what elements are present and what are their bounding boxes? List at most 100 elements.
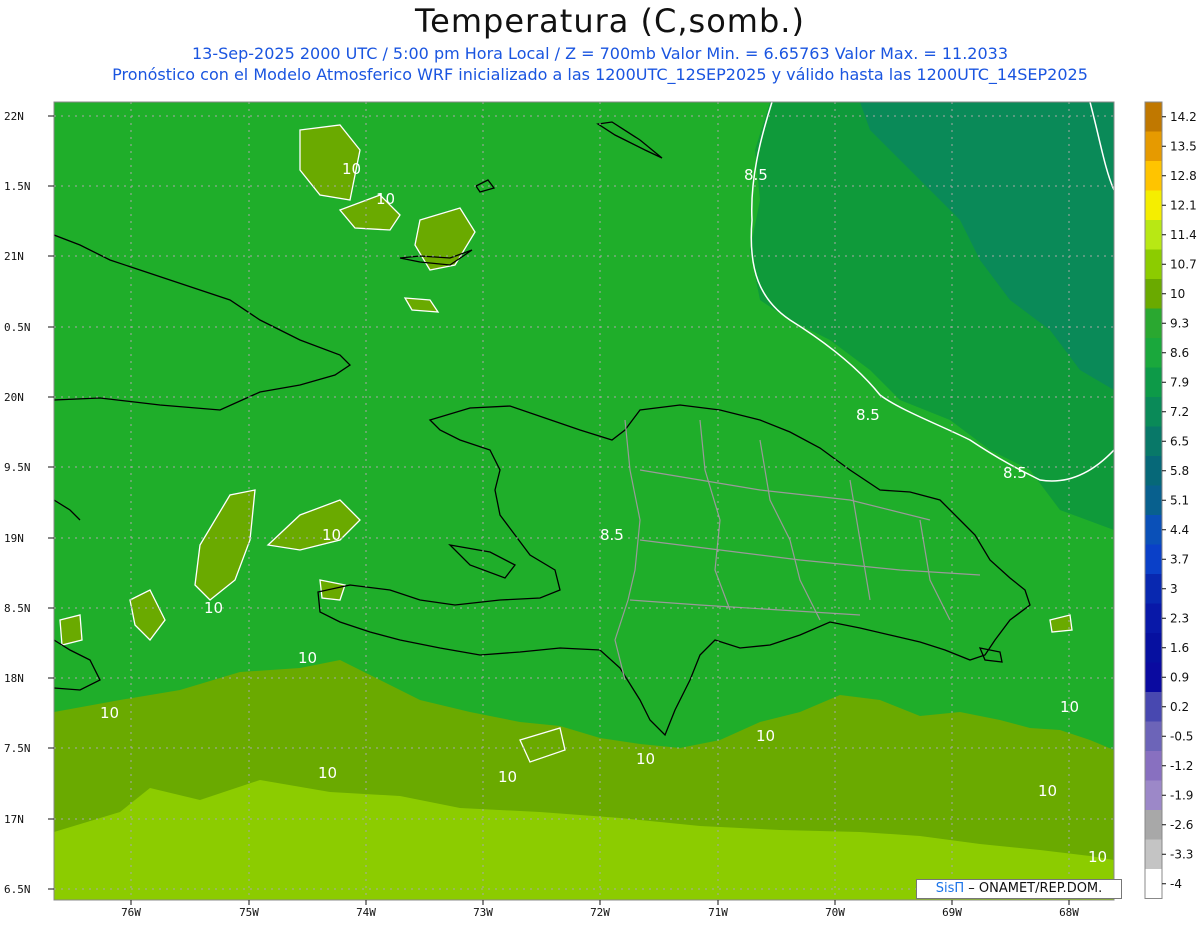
colorbar-label: 8.6	[1170, 346, 1189, 360]
lat-label: 22N	[4, 110, 24, 123]
lon-label: 70W	[825, 906, 845, 919]
colorbar-swatch	[1145, 367, 1162, 397]
credit-box: SisΠ – ONAMET/REP.DOM.	[916, 879, 1122, 899]
map-plot-area: 10 10 10 10 10 10 10 10 10 10 10 10 10 8…	[54, 102, 1114, 900]
contour-label: 10	[636, 750, 655, 768]
colorbar-swatch	[1145, 102, 1162, 132]
contour-label: 8.5	[1003, 464, 1027, 482]
colorbar-swatch	[1145, 131, 1162, 161]
contour-label: 10	[1088, 848, 1107, 866]
colorbar-swatch	[1145, 308, 1162, 338]
sisp-logo-text: SisΠ	[935, 881, 965, 896]
colorbar-swatch	[1145, 515, 1162, 545]
colorbar-swatch	[1145, 869, 1162, 899]
colorbar-swatch	[1145, 338, 1162, 368]
colorbar-label: 11.4	[1170, 228, 1197, 242]
colorbar-swatch	[1145, 190, 1162, 220]
colorbar-swatch	[1145, 220, 1162, 250]
colorbar-label: 2.3	[1170, 611, 1189, 625]
colorbar-label: 10.7	[1170, 257, 1197, 271]
colorbar-swatch	[1145, 839, 1162, 869]
colorbar-swatch	[1145, 810, 1162, 840]
contour-label: 10	[1038, 782, 1057, 800]
contour-label: 8.5	[744, 166, 768, 184]
colorbar-label: 12.1	[1170, 198, 1197, 212]
colorbar-label: 9.3	[1170, 316, 1189, 330]
longitude-axis: 76W 75W 74W 73W 72W 71W 70W 69W 68W	[121, 900, 1079, 919]
contour-label: 8.5	[600, 526, 624, 544]
colorbar-label: 5.8	[1170, 464, 1189, 478]
lat-label: 1.5N	[4, 180, 31, 193]
colorbar-swatch	[1145, 633, 1162, 663]
colorbar-swatch	[1145, 780, 1162, 810]
colorbar-label: 12.8	[1170, 169, 1197, 183]
colorbar: 14.2 13.5 12.8 12.1 11.4 10.7 10 9.3 8.6 7.9 7.2 6.…	[1144, 101, 1197, 899]
colorbar-label: 10	[1170, 287, 1185, 301]
colorbar-label: 6.5	[1170, 434, 1189, 448]
lon-label: 74W	[356, 906, 376, 919]
lon-label: 75W	[239, 906, 259, 919]
contour-label: 10	[376, 190, 395, 208]
colorbar-label: 5.1	[1170, 493, 1189, 507]
credit-text: ONAMET/REP.DOM.	[974, 881, 1103, 896]
colorbar-swatch	[1145, 485, 1162, 515]
contour-label: 10	[322, 526, 341, 544]
lat-label: 9.5N	[4, 461, 31, 474]
lat-label: 20N	[4, 391, 24, 404]
colorbar-swatch	[1145, 249, 1162, 279]
colorbar-label: 4.4	[1170, 523, 1189, 537]
lat-label: 6.5N	[4, 883, 31, 896]
colorbar-label: 13.5	[1170, 139, 1197, 153]
temperature-map: 10 10 10 10 10 10 10 10 10 10 10 10 10 8…	[4, 101, 1197, 919]
colorbar-swatch	[1145, 721, 1162, 751]
contour-label: 10	[756, 727, 775, 745]
colorbar-label: 14.2	[1170, 110, 1197, 124]
lat-label: 18N	[4, 672, 24, 685]
colorbar-label: -0.5	[1170, 729, 1193, 743]
colorbar-swatch	[1145, 456, 1162, 486]
colorbar-swatch	[1145, 751, 1162, 781]
colorbar-label: -3.3	[1170, 847, 1193, 861]
lat-label: 17N	[4, 813, 24, 826]
lon-label: 68W	[1059, 906, 1079, 919]
lon-label: 76W	[121, 906, 141, 919]
colorbar-swatch	[1145, 397, 1162, 427]
lat-label: 8.5N	[4, 602, 31, 615]
colorbar-label: -1.9	[1170, 788, 1193, 802]
contour-label: 8.5	[856, 406, 880, 424]
colorbar-swatch	[1145, 574, 1162, 604]
contour-label: 10	[298, 649, 317, 667]
colorbar-label: 7.2	[1170, 405, 1189, 419]
colorbar-label: 1.6	[1170, 641, 1189, 655]
colorbar-label: 7.9	[1170, 375, 1189, 389]
colorbar-label: 0.2	[1170, 700, 1189, 714]
lat-label: 21N	[4, 250, 24, 263]
contour-label: 10	[204, 599, 223, 617]
contour-label: 10	[1060, 698, 1079, 716]
contour-label: 10	[342, 160, 361, 178]
colorbar-label: -2.6	[1170, 818, 1193, 832]
lat-label: 0.5N	[4, 321, 31, 334]
lat-label: 19N	[4, 532, 24, 545]
colorbar-label: 3	[1170, 582, 1178, 596]
colorbar-swatch	[1145, 426, 1162, 456]
colorbar-label: 0.9	[1170, 670, 1189, 684]
lon-label: 73W	[473, 906, 493, 919]
colorbar-label: -1.2	[1170, 759, 1193, 773]
lon-label: 71W	[708, 906, 728, 919]
colorbar-swatch	[1145, 161, 1162, 191]
latitude-axis: 22N 1.5N 21N 0.5N 20N 9.5N 19N 8.5N 18N …	[4, 110, 54, 896]
contour-label: 10	[100, 704, 119, 722]
colorbar-swatch	[1145, 544, 1162, 574]
colorbar-label: 3.7	[1170, 552, 1189, 566]
colorbar-swatch	[1145, 692, 1162, 722]
lat-label: 7.5N	[4, 742, 31, 755]
colorbar-swatch	[1145, 603, 1162, 633]
lon-label: 69W	[942, 906, 962, 919]
colorbar-swatch	[1145, 279, 1162, 309]
lon-label: 72W	[590, 906, 610, 919]
colorbar-label: -4	[1170, 877, 1182, 891]
contour-label: 10	[318, 764, 337, 782]
contour-label: 10	[498, 768, 517, 786]
colorbar-swatch	[1145, 662, 1162, 692]
